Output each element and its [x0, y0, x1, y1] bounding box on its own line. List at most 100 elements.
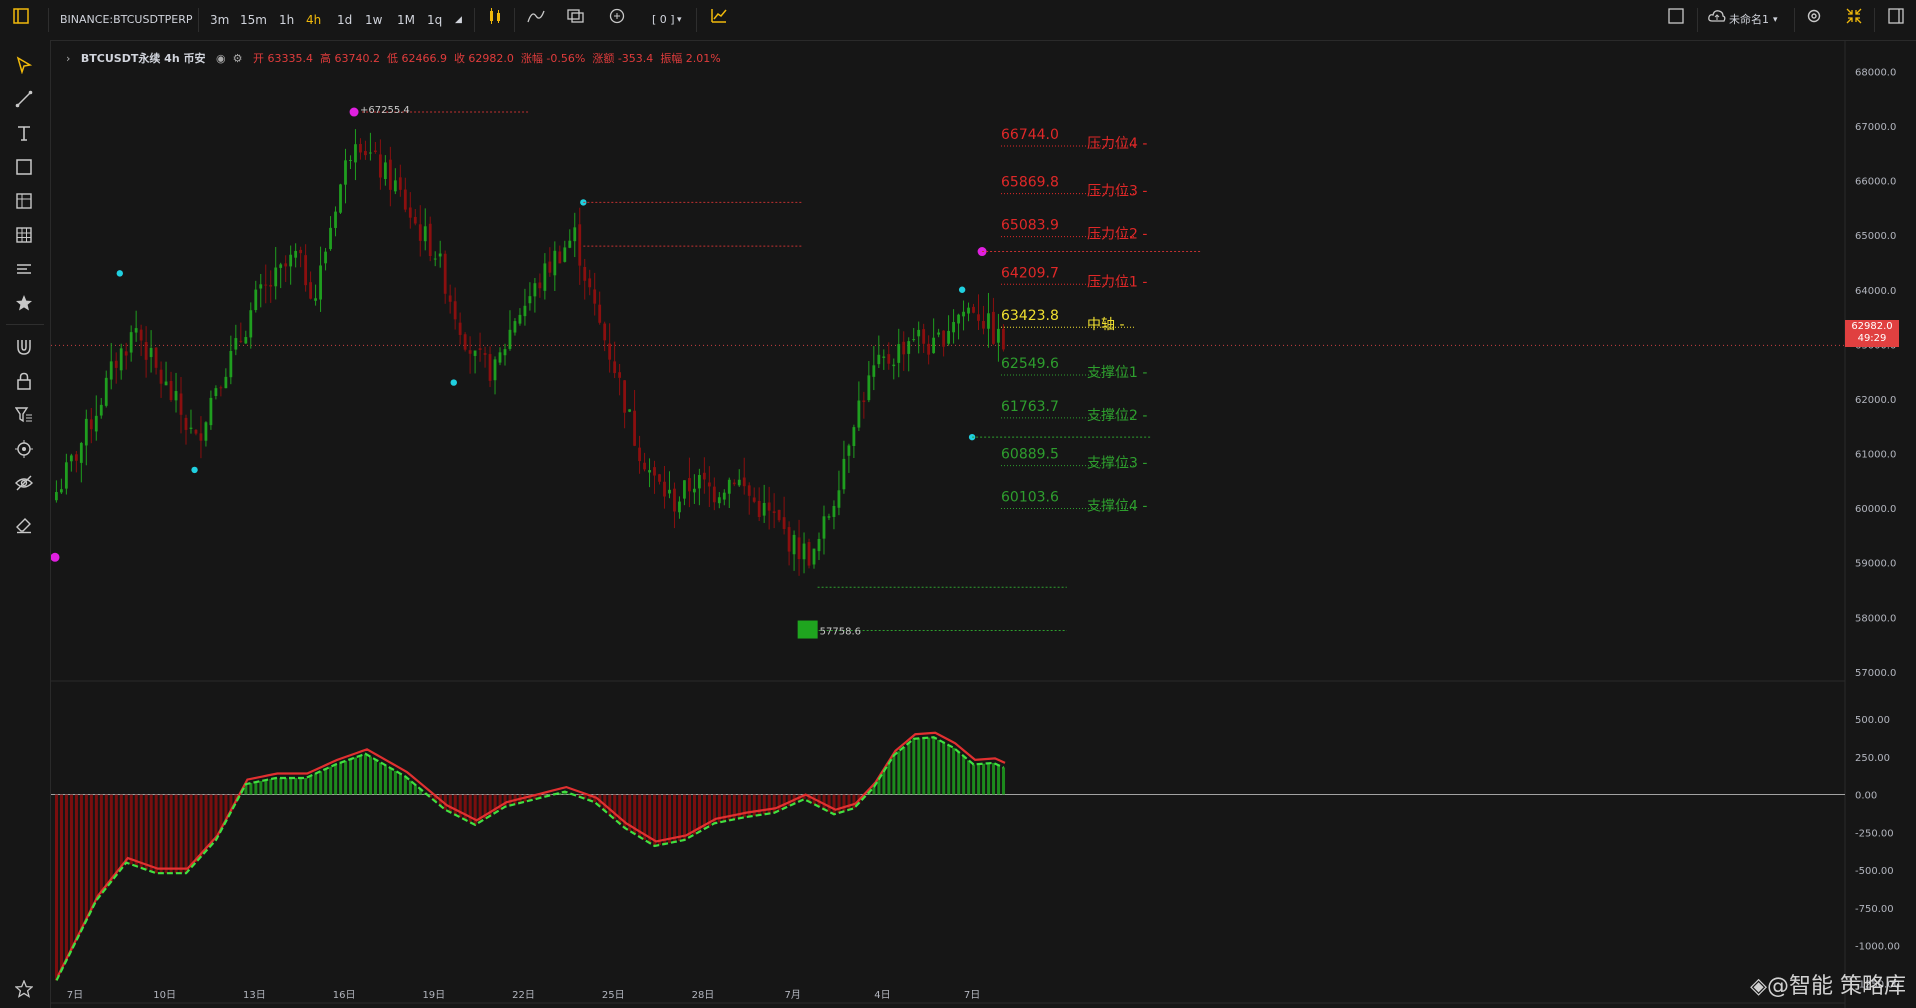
indicator-templates[interactable]: [ 0 ]	[652, 0, 675, 40]
interval-1d[interactable]: 1d	[337, 0, 352, 40]
osc-histogram-bar	[892, 755, 896, 795]
grid-tool-icon[interactable]	[11, 222, 37, 248]
lock-icon[interactable]	[11, 368, 37, 394]
osc-histogram-bar	[458, 794, 462, 818]
compare-icon[interactable]	[567, 0, 585, 40]
time-axis-label: 7日	[67, 990, 83, 1001]
candle-body	[179, 393, 183, 415]
candle-body	[937, 332, 941, 335]
osc-histogram-bar	[194, 794, 198, 863]
candle-body	[867, 375, 871, 401]
osc-histogram-bar	[608, 794, 612, 816]
candle-body	[678, 501, 681, 513]
osc-histogram-bar	[189, 794, 193, 868]
candle-body	[299, 249, 303, 254]
candle-body	[189, 427, 193, 429]
target-icon[interactable]	[11, 436, 37, 462]
legend-eye-icon[interactable]: ◉	[216, 52, 226, 65]
layout-chevron-icon[interactable]: ▾	[1773, 0, 1778, 40]
legend-expand-icon[interactable]: ›	[66, 52, 70, 65]
osc-histogram-bar	[284, 778, 288, 795]
interval-3m[interactable]: 3m	[210, 0, 229, 40]
candle-body	[683, 480, 686, 499]
osc-histogram-bar	[847, 794, 851, 810]
lines-tool-icon[interactable]	[11, 256, 37, 282]
symbol-selector[interactable]: BINANCE:BTCUSDTPERP	[60, 0, 193, 40]
interval-15m[interactable]: 15m	[240, 0, 267, 40]
hide-eye-icon[interactable]	[11, 470, 37, 496]
osc-histogram-bar	[872, 787, 876, 795]
candle-style-icon[interactable]	[488, 0, 502, 40]
text-tool-icon[interactable]	[11, 120, 37, 146]
osc-histogram-bar	[274, 778, 278, 795]
candle-body	[119, 348, 123, 371]
osc-histogram-bar	[378, 762, 382, 795]
trendline-icon[interactable]	[11, 86, 37, 112]
time-axis-label: 22日	[512, 990, 535, 1001]
favorites-star-icon[interactable]	[11, 976, 37, 1002]
osc-histogram-bar	[787, 794, 791, 806]
osc-histogram-bar	[349, 759, 353, 795]
candle-body	[977, 314, 980, 321]
legend-change-amt: 涨额 -353.4	[592, 52, 654, 65]
interval-1w[interactable]: 1w	[365, 0, 382, 40]
chevron-down-icon[interactable]: ▾	[677, 0, 682, 40]
interval-1h[interactable]: 1h	[279, 0, 294, 40]
bar-countdown: 49:29	[1857, 333, 1887, 344]
right-panel-icon[interactable]	[1888, 0, 1904, 40]
pivot-marker	[958, 286, 966, 293]
candle-body	[448, 295, 452, 302]
sidebar-toggle-icon[interactable]	[13, 0, 29, 40]
interval-1q[interactable]: 1q	[427, 0, 442, 40]
candle-body	[673, 488, 676, 512]
fullscreen-box-icon[interactable]	[1668, 0, 1684, 40]
osc-histogram-bar	[992, 762, 996, 795]
strategy-icon[interactable]	[710, 0, 728, 40]
osc-histogram-bar	[209, 794, 213, 846]
cursor-icon[interactable]	[11, 52, 37, 78]
candle-body	[767, 502, 771, 511]
collapse-icon[interactable]	[1846, 0, 1862, 40]
candle-body	[508, 329, 512, 349]
candle-body	[952, 322, 955, 333]
price-chart[interactable]: 68000.067000.066000.065000.064000.063000…	[51, 41, 1916, 1008]
osc-histogram-bar	[354, 757, 358, 795]
settings-icon[interactable]	[1806, 0, 1822, 40]
layout-name[interactable]: 未命名1	[1729, 0, 1769, 40]
osc-axis-label: -500.00	[1855, 866, 1894, 877]
cloud-save-icon[interactable]	[1708, 0, 1726, 40]
candle-body	[747, 485, 751, 496]
osc-histogram-bar	[114, 794, 118, 876]
candle-body	[633, 410, 636, 446]
candle-body	[453, 301, 457, 320]
candle-body	[94, 415, 98, 432]
low-label: 57758.6	[820, 627, 861, 638]
osc-histogram-bar	[204, 794, 208, 852]
star-icon[interactable]	[11, 290, 37, 316]
interval-4h[interactable]: 4h	[306, 0, 321, 40]
alert-icon[interactable]	[608, 0, 626, 40]
osc-axis-label: -1000.00	[1855, 942, 1900, 953]
fib-icon[interactable]	[11, 188, 37, 214]
osc-histogram-bar	[304, 778, 308, 795]
candle-body	[942, 330, 946, 347]
price-axis-label: 58000.0	[1855, 613, 1896, 624]
magnet-icon[interactable]	[11, 334, 37, 360]
candle-body	[912, 339, 916, 341]
legend-settings-icon[interactable]: ⚙	[233, 52, 243, 65]
rectangle-icon[interactable]	[11, 154, 37, 180]
candle-body	[473, 350, 477, 356]
filter-icon[interactable]	[11, 402, 37, 428]
interval-dropdown-icon[interactable]: ◢	[455, 0, 462, 40]
candle-body	[862, 400, 866, 403]
time-axis-label: 7日	[964, 990, 980, 1001]
indicator-icon[interactable]	[527, 0, 545, 40]
candle-body	[309, 282, 312, 299]
level-name: 中轴 -	[1087, 317, 1125, 333]
interval-1M[interactable]: 1M	[397, 0, 415, 40]
osc-histogram-bar	[842, 794, 846, 812]
eraser-icon[interactable]	[11, 512, 37, 538]
osc-histogram-bar	[932, 737, 936, 795]
level-name: 压力位4 -	[1087, 136, 1147, 152]
osc-histogram-bar	[319, 771, 323, 795]
